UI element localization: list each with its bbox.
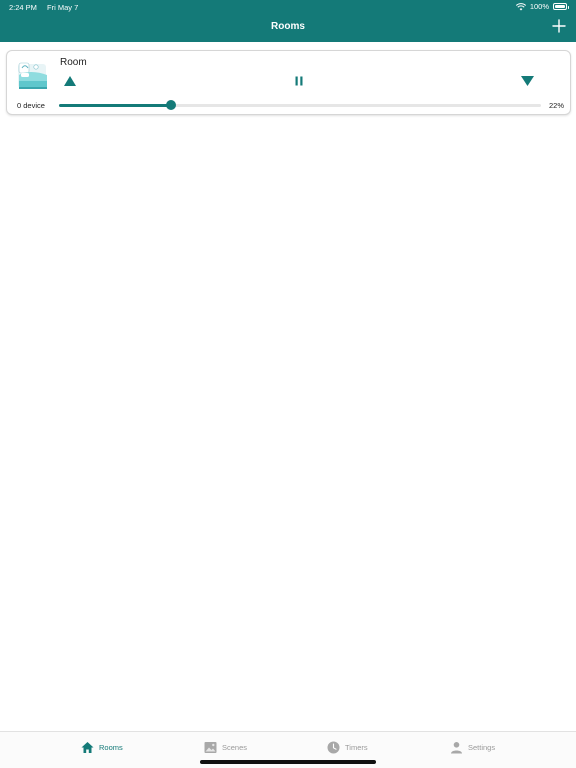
slider-fill [59,104,171,107]
tab-settings-label: Settings [468,742,496,752]
header-bar: 2:24 PM Fri May 7 100% Rooms [0,0,576,42]
triangle-up-icon[interactable] [63,75,77,87]
status-right: 100% [515,2,569,11]
status-bar: 2:24 PM Fri May 7 100% [0,0,576,14]
status-date: Fri May 7 [47,3,79,12]
position-slider[interactable] [59,100,541,110]
status-time: 2:24 PM [9,3,37,12]
home-icon [81,741,94,753]
tab-rooms-label: Rooms [99,742,123,752]
battery-icon [553,3,569,10]
position-percent: 22% [548,101,564,110]
triangle-down-icon[interactable] [520,75,535,87]
battery-percent: 100% [529,2,549,11]
tab-rooms[interactable]: Rooms [81,739,123,755]
room-name: Room [60,57,87,68]
clock-icon [327,741,340,753]
tab-timers[interactable]: Timers [327,739,368,755]
device-count: 0 device [17,101,45,110]
page-title: Rooms [271,21,305,32]
pause-icon[interactable] [294,75,304,87]
tab-settings[interactable]: Settings [450,739,495,755]
tab-timers-label: Timers [345,742,368,752]
slider-knob[interactable] [165,100,176,110]
wifi-icon [515,2,526,10]
room-card[interactable]: Room 0 device 22% [6,50,571,115]
status-left: 2:24 PM Fri May 7 [9,3,86,12]
plus-icon[interactable] [552,19,566,33]
tab-scenes-label: Scenes [222,742,248,752]
person-icon [451,741,462,753]
screen: 2:24 PM Fri May 7 100% Rooms Room 0 devi… [0,0,576,768]
home-indicator [200,760,376,764]
image-icon [204,741,217,753]
bed-icon [18,62,47,89]
tab-scenes[interactable]: Scenes [204,739,247,755]
